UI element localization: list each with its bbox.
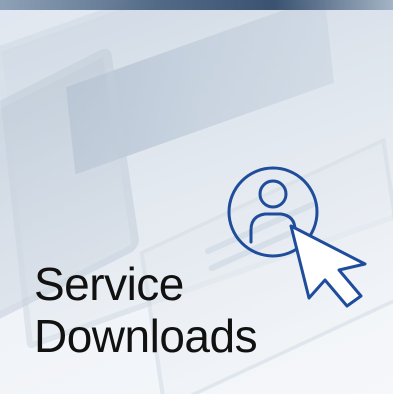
user-cursor-icon	[227, 166, 367, 308]
cursor-arrow-icon	[289, 224, 367, 308]
user-body	[249, 212, 297, 244]
title-line-downloads: Downloads	[34, 310, 258, 362]
user-head	[258, 179, 288, 209]
service-downloads-tile[interactable]: Service Downloads	[0, 0, 393, 394]
background-top-banner	[0, 0, 393, 10]
